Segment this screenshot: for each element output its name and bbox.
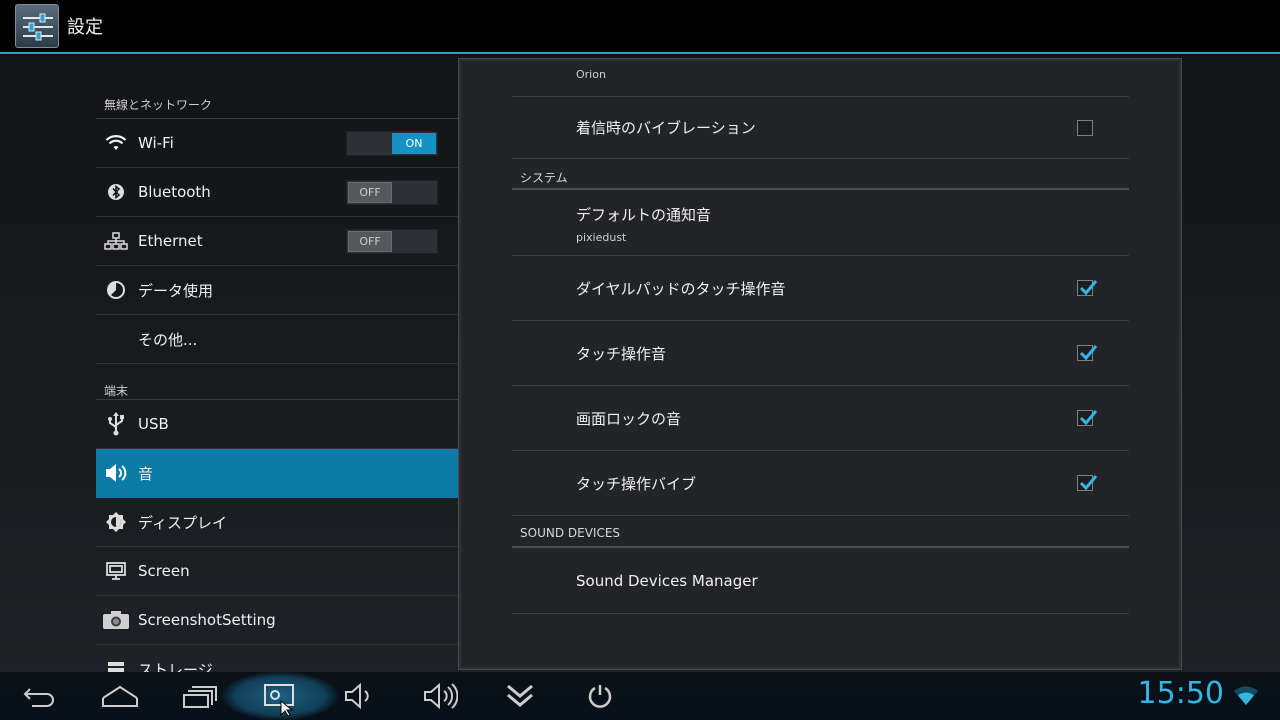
touch-sounds-row[interactable]: タッチ操作音 <box>512 321 1129 386</box>
volume-up-icon <box>424 683 458 709</box>
bluetooth-toggle[interactable]: OFF <box>346 180 438 205</box>
ethernet-icon <box>96 217 136 266</box>
sidebar-item-data-usage[interactable]: データ使用 <box>96 266 458 315</box>
category-system: システム <box>512 159 1129 190</box>
wifi-toggle[interactable]: ON <box>346 131 438 156</box>
sidebar-item-bluetooth[interactable]: Bluetooth OFF <box>96 168 458 217</box>
ringtone-summary[interactable]: Orion <box>512 61 1129 97</box>
sidebar-item-more[interactable]: その他... <box>96 315 458 364</box>
default-notification-row[interactable]: デフォルトの通知音 pixiedust <box>512 190 1129 256</box>
default-notification-summary: pixiedust <box>576 230 627 244</box>
vibrate-on-ring-checkbox[interactable] <box>1077 119 1093 136</box>
volume-down-icon <box>345 683 369 709</box>
touch-sounds-title: タッチ操作音 <box>576 344 667 363</box>
sidebar-item-label: USB <box>138 415 169 433</box>
dialpad-tones-row[interactable]: ダイヤルパッドのタッチ操作音 <box>512 256 1129 321</box>
ethernet-toggle[interactable]: OFF <box>346 229 438 254</box>
action-bar: 設定 <box>0 0 1280 54</box>
recents-button[interactable] <box>170 672 230 720</box>
storage-icon <box>96 645 136 672</box>
app-title: 設定 <box>67 17 103 38</box>
volume-up-button[interactable] <box>410 672 470 720</box>
sidebar-item-display[interactable]: ディスプレイ <box>96 498 458 547</box>
touch-sounds-checkbox[interactable] <box>1077 345 1098 361</box>
sidebar-item-label: Ethernet <box>138 232 203 250</box>
checkmark-icon <box>1079 345 1098 361</box>
sidebar-item-label: ディスプレイ <box>138 513 227 532</box>
monitor-icon <box>96 547 136 596</box>
back-button[interactable] <box>10 672 70 720</box>
brightness-icon <box>96 498 136 547</box>
sidebar-item-label: Wi-Fi <box>138 134 174 152</box>
recents-icon <box>183 686 217 708</box>
sidebar-item-label: データ使用 <box>138 281 214 300</box>
haptic-feedback-row[interactable]: タッチ操作バイブ <box>512 451 1129 516</box>
screen-lock-sound-checkbox[interactable] <box>1077 410 1098 426</box>
settings-app-icon[interactable] <box>15 4 59 48</box>
back-icon <box>23 688 54 707</box>
sidebar-item-wifi[interactable]: Wi-Fi ON <box>96 119 458 168</box>
volume-down-button[interactable] <box>330 672 390 720</box>
sound-devices-manager-row[interactable]: Sound Devices Manager <box>512 548 1129 614</box>
sidebar-item-label: その他... <box>138 330 198 349</box>
dialpad-tones-title: ダイヤルパッドのタッチ操作音 <box>576 279 786 298</box>
bluetooth-icon <box>96 168 136 217</box>
sidebar-item-label: ストレージ <box>138 660 213 673</box>
checkmark-icon <box>1079 410 1098 426</box>
power-button[interactable] <box>570 672 630 720</box>
sidebar-item-label: Bluetooth <box>138 183 211 201</box>
sidebar-item-sound[interactable]: 音 <box>96 449 458 498</box>
wifi-icon <box>96 119 136 168</box>
collapse-button[interactable] <box>490 672 550 720</box>
checkmark-icon <box>1079 475 1098 491</box>
vibrate-on-ring-row[interactable]: 着信時のバイブレーション <box>512 97 1129 159</box>
sidebar-item-usb[interactable]: USB <box>96 400 458 449</box>
category-device: 端末 <box>96 364 458 400</box>
category-sound-devices: SOUND DEVICES <box>512 516 1129 548</box>
sidebar-item-storage[interactable]: ストレージ <box>96 645 458 672</box>
sidebar-item-label: ScreenshotSetting <box>138 611 276 629</box>
screenshot-button[interactable] <box>222 672 338 720</box>
sound-settings-panel[interactable]: Orion 着信時のバイブレーション システム デフォルトの通知音 pixied… <box>458 58 1182 670</box>
home-button[interactable] <box>90 672 150 720</box>
haptic-feedback-checkbox[interactable] <box>1077 475 1098 491</box>
settings-headers-list[interactable]: 無線とネットワーク Wi-Fi ON Bluetooth OFF Etherne… <box>96 56 458 672</box>
haptic-feedback-title: タッチ操作バイブ <box>576 474 697 493</box>
sound-devices-manager-title: Sound Devices Manager <box>576 571 758 590</box>
home-icon <box>102 685 138 707</box>
data-usage-icon <box>96 266 136 315</box>
dialpad-tones-checkbox[interactable] <box>1077 280 1098 296</box>
power-icon <box>588 685 612 708</box>
sidebar-item-label: 音 <box>138 464 154 483</box>
vibrate-on-ring-title: 着信時のバイブレーション <box>576 119 756 137</box>
toggle-state: ON <box>392 133 436 154</box>
toggle-state: OFF <box>348 231 392 252</box>
sidebar-item-screenshot-setting[interactable]: ScreenshotSetting <box>96 596 458 645</box>
system-navigation-bar: 15:50 <box>0 672 1280 720</box>
screen-lock-sound-title: 画面ロックの音 <box>576 409 682 428</box>
screenshot-icon <box>264 684 294 716</box>
sidebar-item-ethernet[interactable]: Ethernet OFF <box>96 217 458 266</box>
toggle-state: OFF <box>348 182 392 203</box>
collapse-icon <box>507 684 533 707</box>
camera-icon <box>96 596 136 645</box>
volume-icon <box>96 449 136 498</box>
category-wireless-networks: 無線とネットワーク <box>96 56 458 119</box>
status-clock: 15:50 <box>1137 676 1224 711</box>
sound-preferences-list[interactable]: Orion 着信時のバイブレーション システム デフォルトの通知音 pixied… <box>512 61 1129 614</box>
wifi-status-icon <box>1230 672 1262 720</box>
usb-icon <box>96 400 136 449</box>
sidebar-item-screen[interactable]: Screen <box>96 547 458 596</box>
default-notification-title: デフォルトの通知音 <box>576 205 712 224</box>
checkmark-icon <box>1079 280 1098 296</box>
sidebar-item-label: Screen <box>138 562 190 580</box>
screen-lock-sound-row[interactable]: 画面ロックの音 <box>512 386 1129 451</box>
